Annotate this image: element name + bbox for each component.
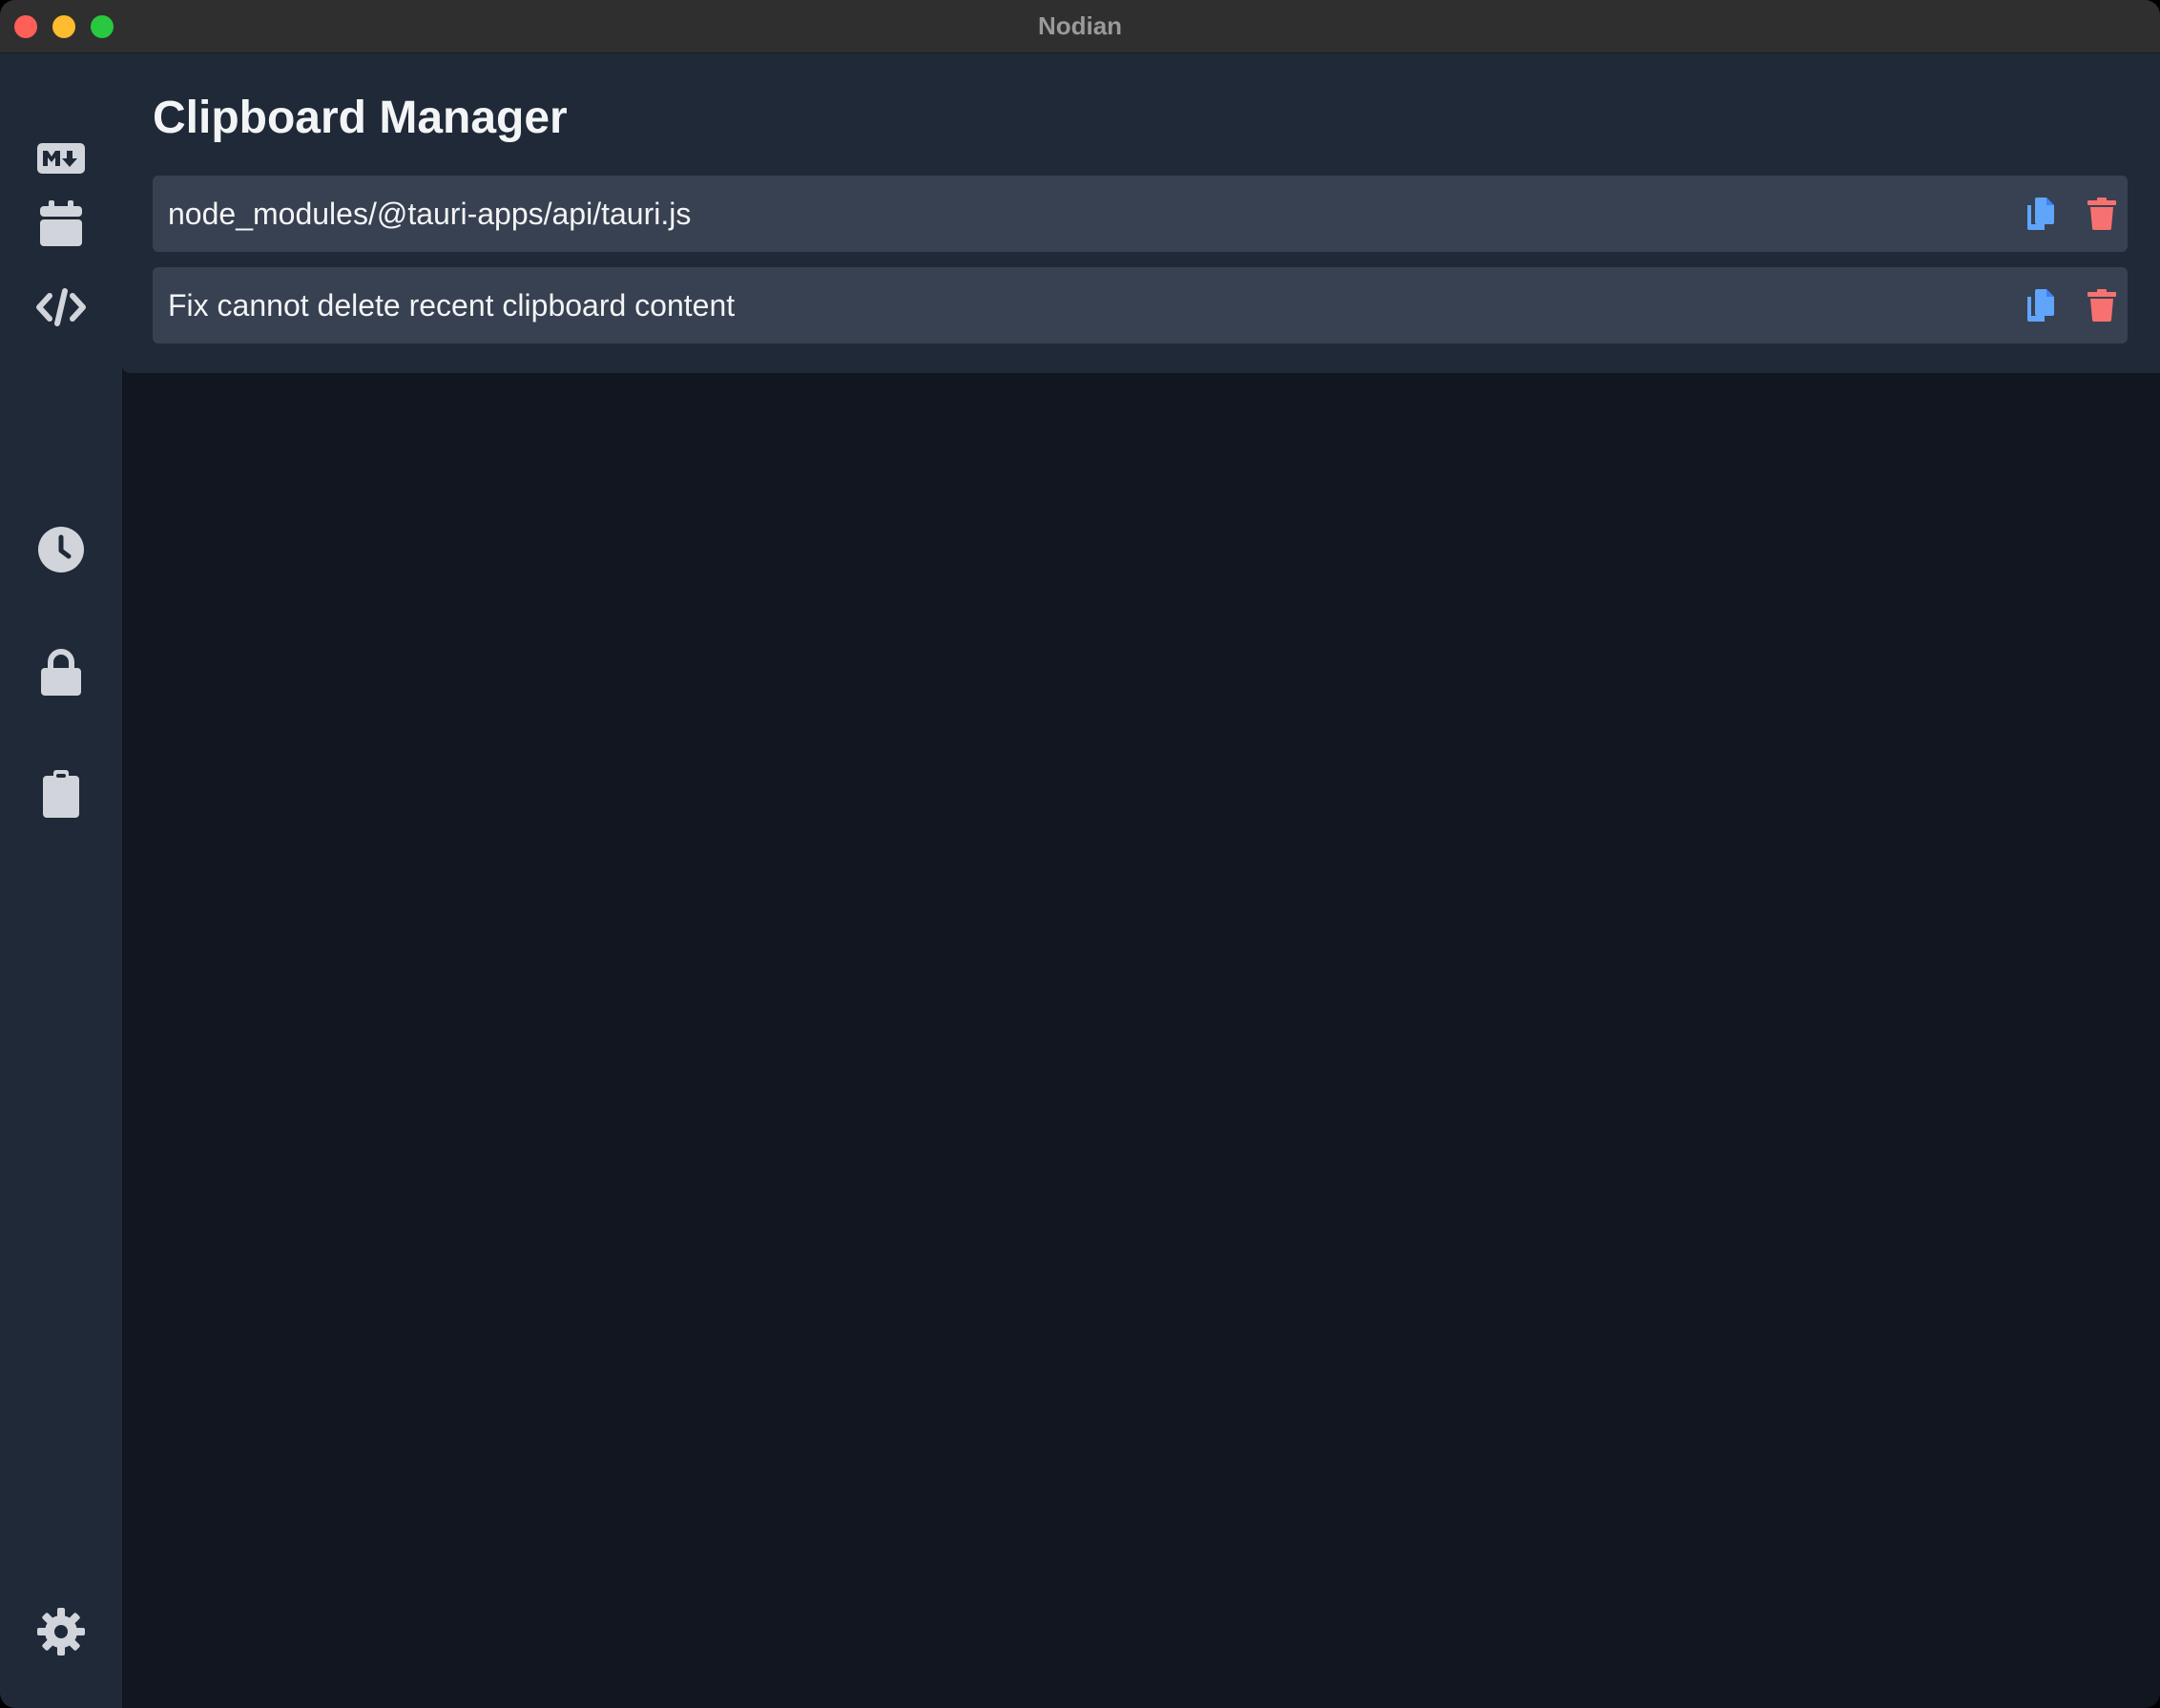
page-title: Clipboard Manager xyxy=(153,93,568,143)
calendar-icon xyxy=(40,200,82,246)
gear-icon xyxy=(37,1608,85,1656)
sidebar-item-clipboard[interactable] xyxy=(32,765,90,823)
window-title: Nodian xyxy=(1037,11,1123,40)
sidebar-item-history[interactable] xyxy=(32,521,90,578)
copy-icon xyxy=(2027,198,2054,230)
clipboard-item-text: Fix cannot delete recent clipboard conte… xyxy=(168,288,736,323)
trash-icon xyxy=(2087,198,2116,230)
code-icon xyxy=(36,288,86,326)
delete-button[interactable] xyxy=(2083,286,2121,324)
markdown-icon xyxy=(37,143,85,174)
clipboard-item-text: node_modules/@tauri-apps/api/tauri.js xyxy=(168,197,692,231)
clipboard-item[interactable]: node_modules/@tauri-apps/api/tauri.js xyxy=(153,176,2128,252)
copy-button[interactable] xyxy=(2022,286,2060,324)
sidebar xyxy=(0,53,122,1708)
sidebar-item-settings[interactable] xyxy=(32,1603,90,1660)
copy-button[interactable] xyxy=(2022,195,2060,233)
clipboard-item[interactable]: Fix cannot delete recent clipboard conte… xyxy=(153,267,2128,344)
app-window: Nodian Clipboard Manager node_modules/@t… xyxy=(0,0,2160,1708)
lock-icon xyxy=(41,649,81,696)
title-bar: Nodian xyxy=(0,0,2160,53)
delete-button[interactable] xyxy=(2083,195,2121,233)
copy-icon xyxy=(2027,289,2054,322)
clipboard-panel: Clipboard Manager node_modules/@tauri-ap… xyxy=(122,53,2160,373)
clock-icon xyxy=(38,527,84,573)
sidebar-item-code[interactable] xyxy=(32,279,90,336)
clipboard-icon xyxy=(43,770,79,818)
sidebar-item-passwords[interactable] xyxy=(32,643,90,700)
sidebar-item-calendar[interactable] xyxy=(32,195,90,252)
sidebar-item-markdown[interactable] xyxy=(32,130,90,187)
trash-icon xyxy=(2087,289,2116,322)
